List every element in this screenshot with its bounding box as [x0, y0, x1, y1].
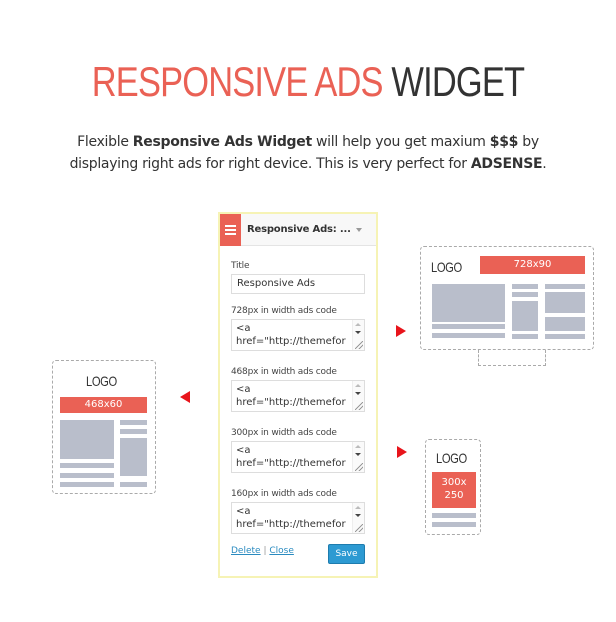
scroll-up-icon[interactable]	[355, 506, 361, 509]
monitor-stand	[478, 350, 546, 366]
subtitle-text: .	[542, 156, 547, 172]
desktop-ad-banner: 728x90	[480, 256, 585, 274]
content-line	[432, 522, 476, 527]
content-line	[120, 429, 147, 434]
scroll-up-icon[interactable]	[355, 384, 361, 387]
field-label-160: 160px in width ads code	[231, 489, 337, 499]
tablet-ad-banner: 468x60	[60, 397, 147, 413]
content-block	[60, 420, 114, 459]
content-line	[545, 284, 585, 289]
textarea-line: <a	[236, 445, 251, 456]
subtitle-line-2: displaying right ads for right device. T…	[0, 153, 616, 175]
content-line	[545, 334, 585, 339]
ad-size-line: 300x	[441, 477, 467, 488]
subtitle-bold: Responsive Ads Widget	[132, 134, 312, 150]
content-line	[512, 284, 538, 289]
scroll-down-icon[interactable]	[355, 331, 361, 334]
content-line	[120, 482, 147, 487]
widget-actions: Delete | Close	[231, 546, 294, 556]
content-block	[545, 317, 585, 331]
subtitle: Flexible Responsive Ads Widget will help…	[0, 131, 616, 175]
scroll-down-icon[interactable]	[355, 514, 361, 517]
content-block	[512, 301, 538, 331]
title-input[interactable]: Responsive Ads	[231, 274, 365, 294]
resize-grip-icon[interactable]	[355, 341, 363, 349]
subtitle-text: displaying right ads for right device. T…	[69, 156, 471, 172]
tablet-logo: LOGO	[86, 373, 117, 389]
content-line	[512, 334, 538, 339]
subtitle-text: by	[518, 134, 539, 150]
field-label-468: 468px in width ads code	[231, 367, 337, 377]
content-line	[120, 420, 147, 425]
widget-body: Title Responsive Ads 728px in width ads …	[220, 246, 376, 576]
scroll-up-icon[interactable]	[355, 323, 361, 326]
content-line	[60, 463, 114, 468]
content-line	[512, 292, 538, 297]
field-label-728: 728px in width ads code	[231, 306, 337, 316]
content-line	[432, 324, 505, 329]
subtitle-line-1: Flexible Responsive Ads Widget will help…	[0, 131, 616, 153]
tablet-mockup: LOGO 468x60	[52, 360, 156, 494]
mobile-mockup: LOGO 300x 250	[425, 439, 481, 535]
subtitle-bold: ADSENSE	[470, 156, 543, 172]
caret-down-icon[interactable]	[356, 228, 362, 232]
content-block	[120, 438, 147, 476]
textarea-line: href="http://themefor	[236, 519, 346, 530]
ad-code-728-textarea[interactable]: <a href="http://themefor	[231, 319, 365, 351]
resize-grip-icon[interactable]	[355, 402, 363, 410]
arrow-right-icon	[396, 325, 406, 337]
separator: |	[263, 546, 267, 556]
ad-code-160-textarea[interactable]: <a href="http://themefor	[231, 502, 365, 534]
content-block	[545, 292, 585, 313]
textarea-line: href="http://themefor	[236, 397, 346, 408]
scroll-down-icon[interactable]	[355, 453, 361, 456]
scroll-down-icon[interactable]	[355, 392, 361, 395]
title-dark: WIDGET	[391, 58, 525, 105]
arrow-right-icon	[397, 446, 407, 458]
widget-header[interactable]: Responsive Ads: ...	[220, 214, 376, 246]
field-label-300: 300px in width ads code	[231, 428, 337, 438]
title-label: Title	[231, 261, 250, 271]
ad-code-468-textarea[interactable]: <a href="http://themefor	[231, 380, 365, 412]
textarea-line: href="http://themefor	[236, 336, 346, 347]
ad-size-line: 250	[444, 490, 464, 501]
textarea-line: <a	[236, 506, 251, 517]
content-line	[432, 513, 476, 518]
resize-grip-icon[interactable]	[355, 524, 363, 532]
page-title: RESPONSIVE ADS WIDGET	[55, 58, 560, 106]
subtitle-text: Flexible	[77, 134, 133, 150]
resize-grip-icon[interactable]	[355, 463, 363, 471]
arrow-left-icon	[180, 391, 190, 403]
delete-link[interactable]: Delete	[231, 546, 261, 556]
mobile-ad-banner: 300x 250	[432, 472, 476, 508]
menu-icon[interactable]	[220, 214, 241, 246]
title-accent: RESPONSIVE ADS	[91, 58, 384, 105]
close-link[interactable]: Close	[269, 546, 294, 556]
content-line	[60, 482, 114, 487]
content-line	[432, 333, 505, 338]
desktop-logo: LOGO	[431, 259, 462, 275]
scroll-up-icon[interactable]	[355, 445, 361, 448]
subtitle-bold: $$$	[489, 134, 519, 150]
widget-title: Responsive Ads: ...	[247, 224, 351, 235]
save-button[interactable]: Save	[328, 544, 365, 564]
subtitle-text: will help you get maxium	[311, 134, 490, 150]
ad-code-300-textarea[interactable]: <a href="http://themefor	[231, 441, 365, 473]
textarea-line: href="http://themefor	[236, 458, 346, 469]
mobile-logo: LOGO	[436, 450, 467, 466]
textarea-line: <a	[236, 384, 251, 395]
textarea-line: <a	[236, 323, 251, 334]
content-block	[432, 284, 505, 322]
desktop-mockup: LOGO 728x90	[420, 246, 594, 350]
content-line	[60, 473, 114, 478]
widget-panel: Responsive Ads: ... Title Responsive Ads…	[218, 212, 378, 578]
